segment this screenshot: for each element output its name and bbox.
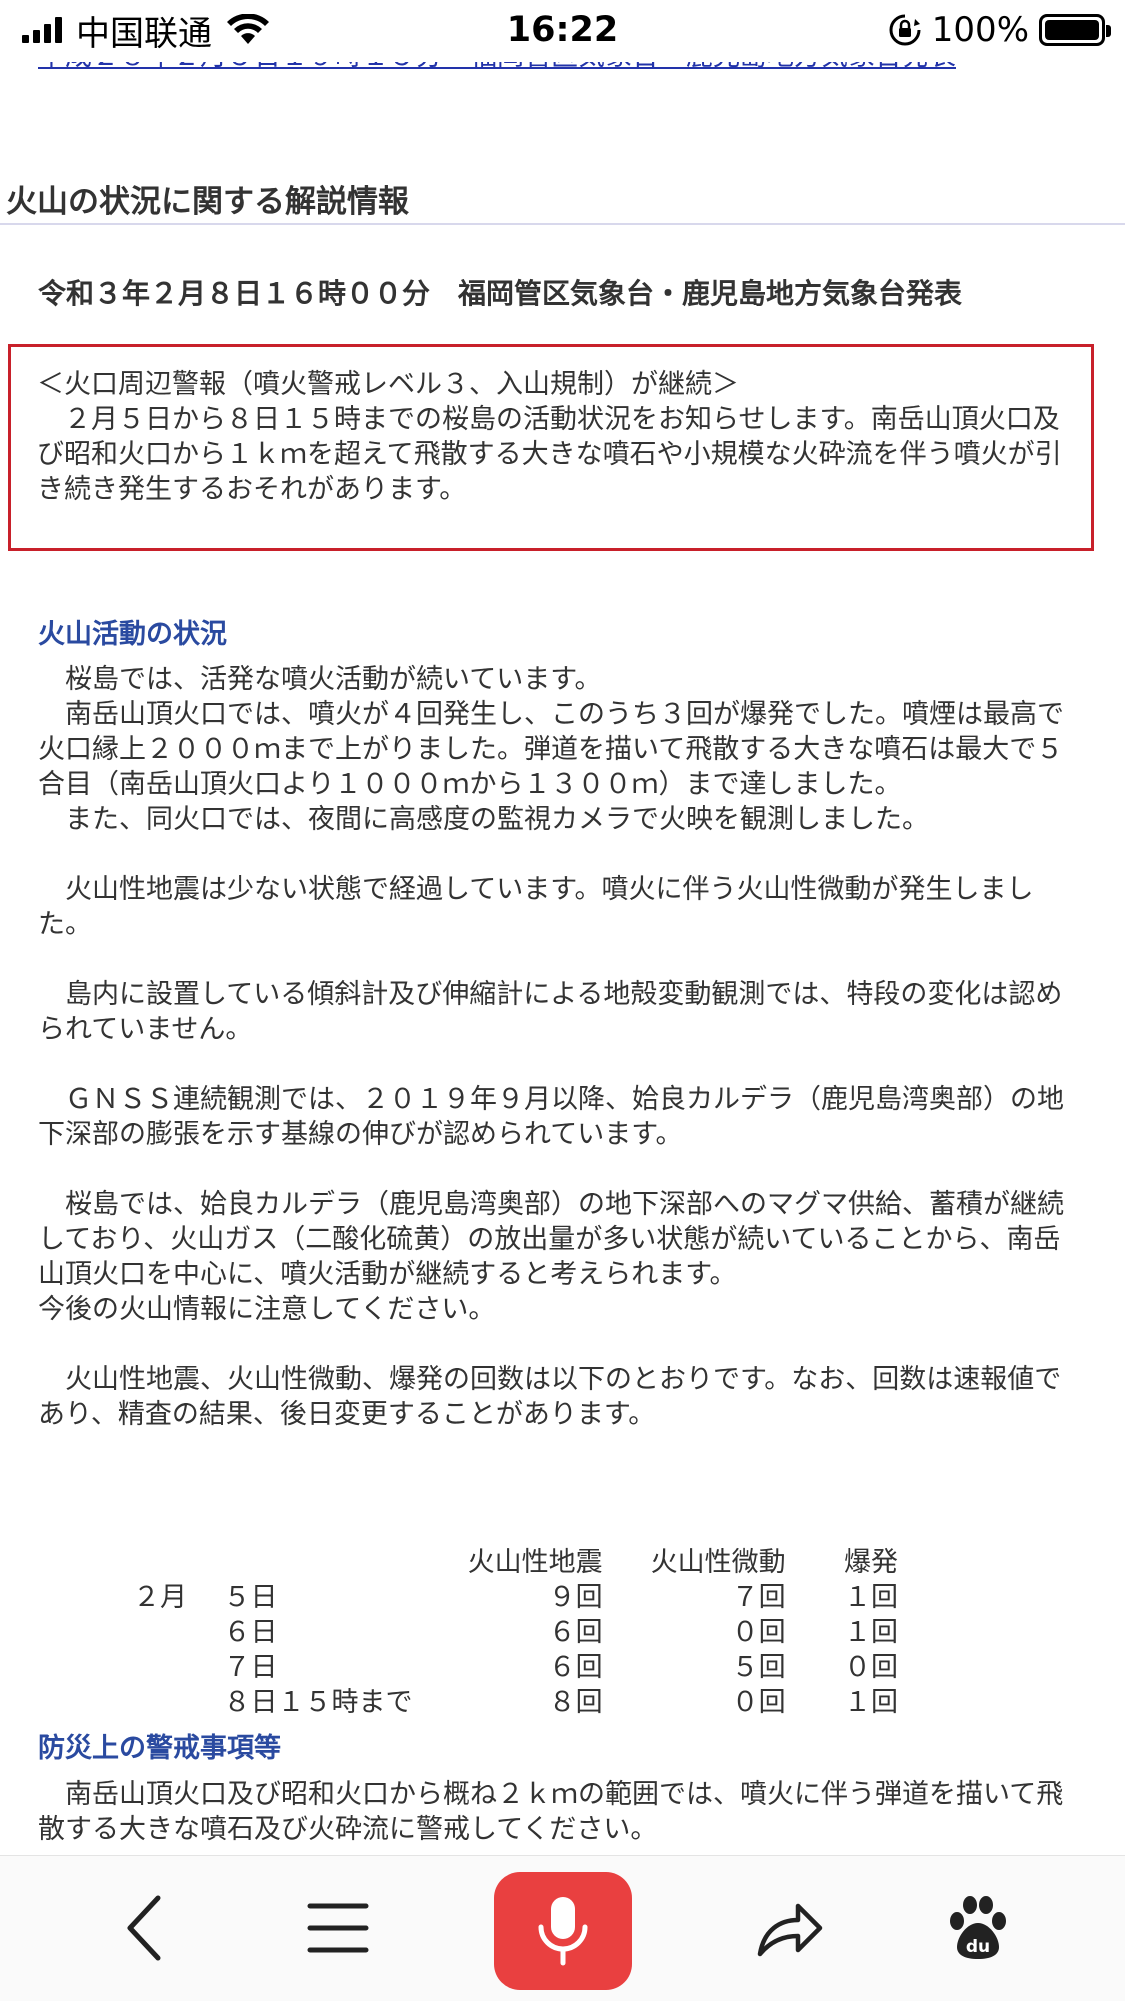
menu-button[interactable] — [288, 1878, 388, 1978]
voice-search-button[interactable] — [494, 1872, 632, 1990]
column-header-explosions: 爆発 — [844, 1547, 898, 1578]
table-cell-day: ８日１５時まで — [223, 1687, 413, 1718]
warning-paragraph: 南岳山頂火口及び昭和火口から概ね２ｋｍの範囲では、噴火に伴う弾道を描いて飛散する… — [38, 1779, 1064, 1845]
table-cell-tremors: ０回 — [731, 1687, 786, 1718]
activity-paragraph: 島内に設置している傾斜計及び伸縮計による地殻変動観測では、特段の変化は認められて… — [38, 979, 1063, 1045]
title-divider — [0, 223, 1125, 225]
battery-percentage: 100% — [931, 10, 1029, 50]
hamburger-menu-icon — [307, 1903, 369, 1953]
table-cell-day: ５日 — [223, 1582, 278, 1613]
activity-paragraph: ＧＮＳＳ連続観測では、２０１９年９月以降、姶良カルデラ（鹿児島湾奥部）の地下深部… — [38, 1084, 1064, 1150]
baidu-paw-icon: du — [950, 1896, 1006, 1959]
status-bar: 中国联通 16:22 100% — [0, 0, 1125, 62]
page-content: 平成２８年２月５日１９時１５分 福岡管区気象台・鹿児島地方気象台発表 火山の状況… — [0, 40, 1125, 1855]
browser-toolbar: du — [0, 1855, 1125, 2001]
activity-paragraph: 桜島では、活発な噴火活動が続いています。 南岳山頂火口では、噴火が４回発生し、こ… — [38, 664, 1064, 835]
table-cell-explosions: １回 — [844, 1617, 898, 1648]
table-cell-explosions: ０回 — [844, 1652, 898, 1683]
alert-summary-text: ２月５日から８日１５時までの桜島の活動状況をお知らせします。南岳山頂火口及び昭和… — [37, 404, 1062, 505]
event-count-table: 火山性地震 火山性微動 爆発 ２月 ５日 ９回 ７回 １回 ６日 ６回 ０回 １… — [38, 1545, 898, 1720]
table-cell-tremors: ７回 — [731, 1582, 786, 1613]
page-title: 火山の状況に関する解説情報 — [6, 184, 409, 220]
table-row: ８日１５時まで ８回 ０回 １回 — [38, 1685, 899, 1720]
battery-icon — [1039, 14, 1111, 46]
alert-level-heading: ＜火口周辺警報（噴火警戒レベル３、入山規制）が継続＞ — [37, 369, 739, 400]
table-month: ２月 — [133, 1582, 187, 1613]
table-row: ７日 ６回 ５回 ０回 — [38, 1650, 899, 1685]
table-header-row: 火山性地震 火山性微動 爆発 — [38, 1545, 898, 1580]
table-cell-earthquakes: ６回 — [548, 1652, 603, 1683]
table-cell-earthquakes: ８回 — [548, 1687, 603, 1718]
table-cell-explosions: １回 — [844, 1687, 898, 1718]
rotation-lock-icon — [889, 14, 921, 46]
table-row: ２月 ５日 ９回 ７回 １回 — [38, 1580, 898, 1615]
column-header-earthquakes: 火山性地震 — [467, 1547, 603, 1578]
alert-summary-box: ＜火口周辺警報（噴火警戒レベル３、入山規制）が継続＞ ２月５日から８日１５時まで… — [8, 344, 1094, 551]
activity-body: 桜島では、活発な噴火活動が続いています。 南岳山頂火口では、噴火が４回発生し、こ… — [38, 662, 1078, 1432]
microphone-icon — [538, 1897, 588, 1966]
section-heading-activity: 火山活動の状況 — [38, 619, 227, 650]
table-cell-day: ６日 — [223, 1617, 278, 1648]
chevron-left-icon — [127, 1895, 161, 1961]
table-cell-earthquakes: ６回 — [548, 1617, 603, 1648]
table-cell-explosions: １回 — [844, 1582, 898, 1613]
table-cell-earthquakes: ９回 — [548, 1582, 603, 1613]
table-cell-tremors: ０回 — [731, 1617, 786, 1648]
share-arrow-icon — [757, 1903, 823, 1957]
table-row: ６日 ６回 ０回 １回 — [38, 1615, 899, 1650]
table-cell-day: ７日 — [223, 1652, 278, 1683]
issued-datetime: 令和３年２月８日１６時００分 福岡管区気象台・鹿児島地方気象台発表 — [38, 277, 963, 310]
activity-paragraph: 火山性地震、火山性微動、爆発の回数は以下のとおりです。なお、回数は速報値であり、… — [38, 1364, 1062, 1430]
section-heading-warnings: 防災上の警戒事項等 — [38, 1733, 281, 1764]
column-header-tremors: 火山性微動 — [650, 1547, 786, 1578]
activity-paragraph: 桜島では、姶良カルデラ（鹿児島湾奥部）の地下深部へのマグマ供給、蓄積が継続してお… — [38, 1189, 1064, 1325]
activity-paragraph: 火山性地震は少ない状態で経過しています。噴火に伴う火山性微動が発生しました。 — [38, 874, 1034, 940]
baidu-button[interactable]: du — [928, 1878, 1028, 1978]
back-button[interactable] — [96, 1878, 196, 1978]
table-cell-tremors: ５回 — [731, 1652, 786, 1683]
warning-body: 南岳山頂火口及び昭和火口から概ね２ｋｍの範囲では、噴火に伴う弾道を描いて飛散する… — [38, 1777, 1078, 1847]
share-button[interactable] — [740, 1878, 840, 1978]
svg-text:du: du — [966, 1937, 990, 1957]
